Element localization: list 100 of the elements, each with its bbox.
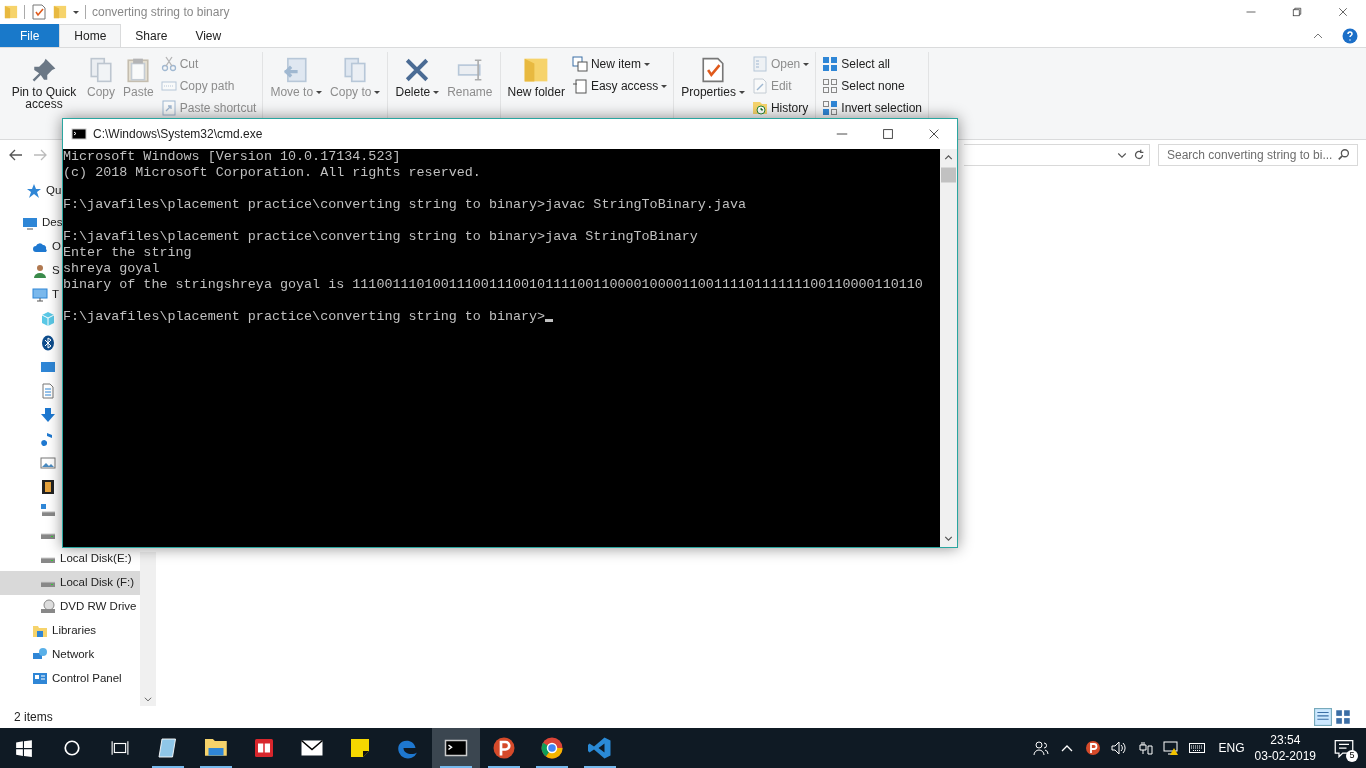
- scrollbar[interactable]: [140, 552, 156, 706]
- folder-icon: [53, 4, 67, 20]
- ribbon-tab[interactable]: Share: [121, 24, 182, 47]
- nav-item[interactable]: DVD RW Drive: [0, 595, 140, 619]
- clock[interactable]: 23:54 03-02-2019: [1254, 732, 1316, 764]
- large-icons-view-icon[interactable]: [1334, 708, 1352, 726]
- people-icon[interactable]: [1032, 740, 1049, 756]
- down-arrow-icon: [40, 407, 56, 423]
- document-icon: [571, 78, 588, 94]
- console-line: F:\javafiles\placement practice\converting string to binary>javac StringToBinary.java: [63, 197, 747, 213]
- ribbon-button[interactable]: Delete: [392, 52, 443, 100]
- document-icon: [40, 383, 56, 399]
- caret-icon: [316, 91, 323, 94]
- console-line: binary of the stringshreya goyal is 11100111010011100111001011110011000010000110011110111111100110000110110: [63, 277, 923, 293]
- p-logo-icon: [492, 736, 516, 760]
- grid-icon: [822, 78, 839, 94]
- ribbon-button[interactable]: Select all: [820, 54, 924, 74]
- notification-count: 5: [1346, 750, 1358, 762]
- window-title: converting string to binary: [92, 4, 230, 21]
- nav-item[interactable]: S: [0, 259, 62, 283]
- caret-icon: [738, 91, 745, 94]
- nav-item[interactable]: Libraries: [0, 619, 140, 643]
- rename-icon: [456, 56, 483, 84]
- nav-item[interactable]: O: [0, 235, 63, 259]
- person-icon: [32, 263, 48, 279]
- caret-icon: [803, 62, 810, 66]
- scroll-down-icon[interactable]: [143, 694, 153, 704]
- windows-logo-icon: [15, 739, 33, 757]
- picture-icon: [40, 455, 56, 471]
- console-line: shreya goyal: [63, 261, 160, 277]
- help-icon[interactable]: [1342, 27, 1358, 44]
- folder-icon: [4, 4, 18, 20]
- caret-icon: [374, 91, 381, 94]
- monitor-icon: [40, 359, 56, 375]
- ribbon-button[interactable]: History: [749, 98, 812, 118]
- film-strip-icon: [40, 479, 56, 495]
- nav-item[interactable]: Control Panel: [0, 667, 140, 691]
- taskbar-app-button[interactable]: [432, 728, 480, 768]
- nav-item[interactable]: Local Disk (F:): [0, 571, 140, 595]
- round-logo-icon: [540, 736, 564, 760]
- nav-item[interactable]: Local Disk(E:): [0, 547, 140, 571]
- copy-icon: [88, 56, 114, 84]
- computer-icon: [32, 287, 48, 303]
- checklist-icon: [700, 56, 727, 84]
- ribbon-button[interactable]: New item: [569, 54, 670, 74]
- details-view-icon[interactable]: [1314, 708, 1332, 726]
- file-menu-button[interactable]: File: [0, 24, 60, 47]
- ribbon-button[interactable]: Pin to Quick access: [6, 52, 82, 112]
- speaker-icon[interactable]: [1110, 740, 1127, 756]
- history-icon: [751, 100, 768, 116]
- console-line: F:\javafiles\placement practice\converting string to binary>: [63, 309, 554, 325]
- cube-icon: [40, 311, 56, 327]
- book-icon: [252, 736, 276, 760]
- window-title: C:\Windows\System32\cmd.exe: [93, 126, 263, 143]
- caret-icon: [661, 84, 668, 88]
- clipboard-icon: [125, 56, 152, 84]
- shortcut-icon: [160, 100, 177, 116]
- scroll-thumb[interactable]: [941, 167, 956, 183]
- address-field[interactable]: [964, 144, 1150, 166]
- grid-icon: [822, 56, 839, 72]
- scrollbar[interactable]: [940, 149, 957, 547]
- nav-item[interactable]: Qu: [0, 179, 64, 203]
- console-line: Microsoft Windows [Version 10.0.17134.523]: [63, 149, 401, 165]
- nav-item[interactable]: Network: [0, 643, 140, 667]
- ribbon-button[interactable]: Invert selection: [820, 98, 924, 118]
- ribbon-tab[interactable]: View: [181, 24, 236, 47]
- time-text: 23:54: [1270, 732, 1301, 748]
- network-warning-icon[interactable]: [1162, 740, 1179, 756]
- folder-icon: [32, 623, 48, 639]
- p-logo-icon[interactable]: [1084, 740, 1101, 756]
- refresh-icon[interactable]: [1132, 148, 1146, 162]
- power-plug-icon[interactable]: [1136, 740, 1153, 756]
- drive-icon: [40, 503, 56, 519]
- control-panel-icon: [32, 671, 48, 687]
- ribbon-button[interactable]: Easy access: [569, 76, 670, 96]
- terminal-icon: [71, 126, 87, 142]
- ribbon-logo-icon: [588, 736, 612, 760]
- caret-icon: [73, 10, 79, 14]
- ribbon-tab[interactable]: Home: [59, 24, 122, 47]
- copy-icon: [342, 56, 369, 84]
- nav-item[interactable]: T: [0, 283, 62, 307]
- disc-drive-icon: [40, 599, 56, 615]
- caret-icon: [433, 91, 440, 94]
- scissors-icon: [160, 56, 177, 72]
- search-field[interactable]: Search converting string to bi...: [1158, 144, 1358, 166]
- ribbon-button[interactable]: New folder: [504, 52, 568, 100]
- new-item-icon: [571, 56, 588, 72]
- checklist-icon: [31, 4, 47, 20]
- open-icon: [751, 56, 768, 72]
- ribbon-button[interactable]: Properties: [678, 52, 748, 100]
- language-indicator[interactable]: ENG: [1218, 739, 1245, 757]
- console-line: (c) 2018 Microsoft Corporation. All rights reserved.: [63, 165, 481, 181]
- path-field-icon: [160, 78, 177, 94]
- ribbon-button[interactable]: Select none: [820, 76, 924, 96]
- notification-icon[interactable]: [1334, 738, 1354, 758]
- nav-item[interactable]: Des: [0, 211, 65, 235]
- pin-icon: [31, 56, 57, 84]
- back-arrow-icon[interactable]: [8, 147, 24, 163]
- caret-icon: [643, 62, 650, 66]
- star-icon: [26, 183, 42, 199]
